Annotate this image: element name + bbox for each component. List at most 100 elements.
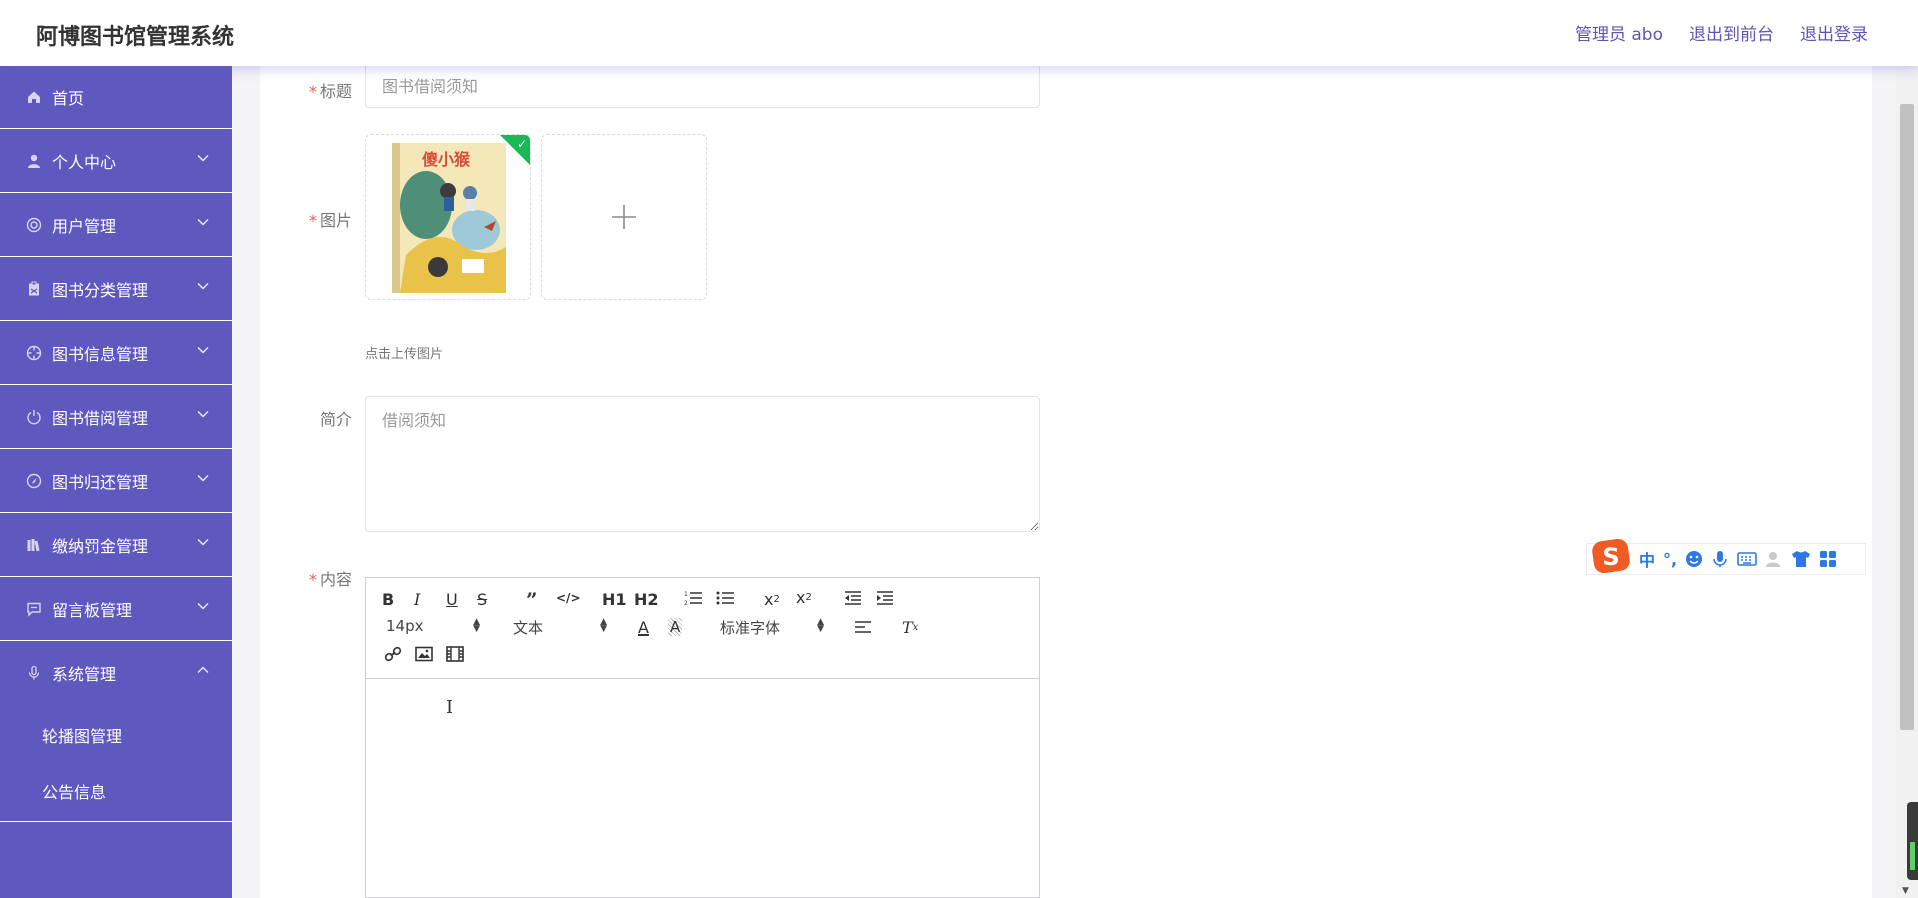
title-label: * 标题: [308, 82, 352, 101]
image-label: * 图片: [308, 211, 352, 230]
content-label: * 内容: [308, 570, 352, 589]
chevron-down-icon: [197, 411, 209, 418]
plus-icon: [612, 205, 636, 229]
indent-icon[interactable]: [876, 590, 894, 606]
admin-user-link[interactable]: 管理员 abo: [1575, 20, 1663, 45]
scrollbar-thumb[interactable]: [1900, 104, 1914, 730]
intro-textarea-wrapper: [365, 396, 1040, 532]
svg-text:S: S: [1602, 543, 1619, 571]
blockquote-icon[interactable]: ”: [526, 588, 538, 612]
outdent-icon[interactable]: [844, 590, 862, 606]
page-scrollbar[interactable]: ▼: [1896, 66, 1918, 898]
sidebar-item-profile[interactable]: 个人中心: [0, 129, 232, 193]
sidebar-item-label: 缴纳罚金管理: [52, 536, 149, 556]
user-avatar-icon[interactable]: [1765, 550, 1783, 568]
users-circle-icon: [26, 217, 42, 233]
top-header: 阿博图书馆管理系统 管理员 abo 退出到前台 退出登录: [0, 0, 1918, 66]
link-icon[interactable]: [384, 646, 402, 662]
chevron-down-icon: [197, 475, 209, 482]
header-type-select[interactable]: 文本 ▲ ▼: [513, 617, 607, 638]
svg-text:2: 2: [684, 600, 688, 606]
sidebar-item-system[interactable]: 系统管理: [0, 641, 232, 705]
chevron-up-icon: [197, 666, 209, 673]
sidebar-item-users[interactable]: 用户管理: [0, 193, 232, 257]
sidebar-subitem-notice[interactable]: 公告信息: [0, 763, 232, 819]
chevron-down-icon: [197, 219, 209, 226]
book-cover-title: 傻小猴: [422, 150, 471, 169]
font-size-select[interactable]: 14px ▲ ▼: [386, 617, 480, 635]
message-icon: [26, 601, 42, 617]
editor-content-area[interactable]: I: [366, 679, 1039, 898]
image-icon[interactable]: [415, 646, 433, 662]
code-block-icon[interactable]: </>: [556, 591, 581, 605]
sidebar-item-label: 系统管理: [52, 665, 117, 684]
ime-language-toggle[interactable]: 中: [1639, 547, 1655, 571]
text-color-icon[interactable]: A: [638, 618, 649, 637]
ordered-list-icon[interactable]: 12: [684, 590, 702, 606]
text-cursor-icon: I: [446, 697, 454, 718]
exit-to-front-link[interactable]: 退出到前台: [1689, 20, 1774, 45]
title-input[interactable]: [366, 66, 1039, 107]
add-image-button[interactable]: [541, 134, 707, 300]
emoji-icon[interactable]: [1685, 550, 1703, 568]
sidebar-item-book-return[interactable]: 图书归还管理: [0, 449, 232, 513]
title-input-wrapper: [365, 66, 1040, 108]
upload-hint: 点击上传图片: [365, 347, 444, 362]
subscript-icon[interactable]: x2: [764, 590, 780, 609]
sidebar-item-label: 图书借阅管理: [52, 408, 149, 428]
sogou-logo-icon[interactable]: S: [1591, 536, 1631, 576]
home-icon: [26, 89, 42, 105]
skin-shirt-icon[interactable]: [1791, 550, 1811, 568]
sidebar-item-label: 图书分类管理: [52, 280, 149, 300]
bold-icon[interactable]: B: [382, 590, 394, 609]
sidebar-item-book-category[interactable]: 图书分类管理: [0, 257, 232, 321]
video-icon[interactable]: [446, 646, 464, 662]
check-icon: ✓: [516, 137, 527, 151]
sidebar-subitem-carousel[interactable]: 轮播图管理: [0, 707, 232, 763]
sidebar-item-label: 留言板管理: [52, 600, 133, 620]
italic-icon[interactable]: I: [414, 590, 420, 609]
scroll-down-arrow-icon[interactable]: ▼: [1902, 886, 1909, 896]
ime-punctuation-toggle[interactable]: °,: [1663, 550, 1677, 569]
font-family-select[interactable]: 标准字体 ▲ ▼: [720, 617, 824, 638]
clear-format-icon[interactable]: Tx: [902, 618, 918, 637]
sidebar-item-book-borrow[interactable]: 图书借阅管理: [0, 385, 232, 449]
align-icon[interactable]: [854, 620, 872, 636]
sidebar-item-label: 首页: [52, 89, 85, 108]
svg-text:1: 1: [684, 591, 688, 598]
side-widget[interactable]: [1907, 802, 1918, 880]
books-icon: [26, 537, 42, 553]
chevron-down-icon: [197, 539, 209, 546]
heading1-icon[interactable]: H1: [602, 590, 627, 609]
superscript-icon[interactable]: x2: [796, 588, 812, 607]
uploaded-image-thumbnail[interactable]: 傻小猴 ✓: [365, 134, 531, 300]
sidebar-item-fine[interactable]: 缴纳罚金管理: [0, 513, 232, 577]
sidebar-item-message-board[interactable]: 留言板管理: [0, 577, 232, 641]
heading2-icon[interactable]: H2: [634, 590, 659, 609]
bullet-list-icon[interactable]: [716, 590, 734, 606]
sidebar-item-label: 图书归还管理: [52, 472, 149, 492]
sidebar-item-home[interactable]: 首页: [0, 66, 232, 129]
user-icon: [26, 153, 42, 169]
rich-text-editor: B I U S ” </> H1 H2 12 x2 x2 14px ▲ ▼ 文本 ▲ ▼…: [365, 577, 1040, 898]
chevron-down-icon: [197, 155, 209, 162]
sidebar: 首页 个人中心 用户管理 图书分类管理 图书信息管理 图书借阅管理 图书归还管理…: [0, 66, 232, 898]
logout-link[interactable]: 退出登录: [1800, 20, 1868, 45]
microphone-icon: [26, 665, 42, 681]
microphone-icon[interactable]: [1711, 550, 1729, 568]
ime-toolbar: S 中 °,: [1586, 538, 1866, 575]
app-title: 阿博图书馆管理系统: [36, 25, 235, 50]
sidebar-item-book-info[interactable]: 图书信息管理: [0, 321, 232, 385]
select-arrows-icon: ▲ ▼: [600, 617, 607, 634]
toolbox-grid-icon[interactable]: [1819, 550, 1837, 568]
sidebar-item-label: 用户管理: [52, 216, 117, 236]
select-arrows-icon: ▲ ▼: [473, 617, 480, 634]
background-color-icon[interactable]: A: [668, 618, 683, 636]
keyboard-icon[interactable]: [1737, 550, 1757, 568]
intro-textarea[interactable]: [366, 397, 1039, 531]
sidebar-item-label: 图书信息管理: [52, 344, 149, 364]
underline-icon[interactable]: U: [446, 590, 458, 609]
crosshair-icon: [26, 345, 42, 361]
sidebar-item-label: 个人中心: [52, 152, 117, 172]
strikethrough-icon[interactable]: S: [477, 590, 487, 609]
